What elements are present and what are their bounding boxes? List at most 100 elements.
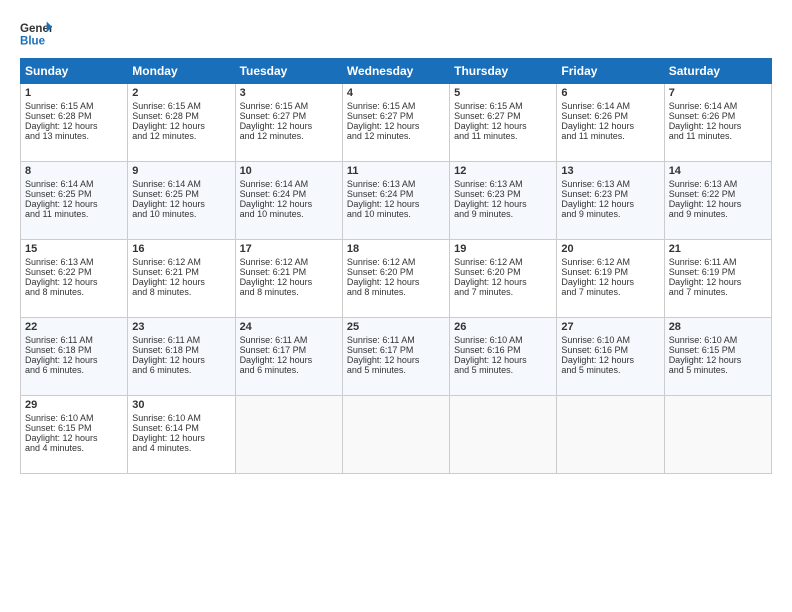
day-number: 17 [240, 243, 338, 255]
day-info-line: and 10 minutes. [132, 209, 230, 219]
day-info-line: Daylight: 12 hours [132, 433, 230, 443]
day-number: 23 [132, 321, 230, 333]
calendar-week-row: 1Sunrise: 6:15 AMSunset: 6:28 PMDaylight… [21, 84, 772, 162]
day-number: 9 [132, 165, 230, 177]
day-info-line: Sunset: 6:26 PM [669, 111, 767, 121]
day-info-line: Daylight: 12 hours [240, 355, 338, 365]
logo-icon: General Blue [20, 18, 52, 50]
calendar-cell: 28Sunrise: 6:10 AMSunset: 6:15 PMDayligh… [664, 318, 771, 396]
day-info-line: Daylight: 12 hours [240, 199, 338, 209]
day-info-line: Sunrise: 6:15 AM [240, 101, 338, 111]
day-info-line: Daylight: 12 hours [347, 199, 445, 209]
day-info-line: Daylight: 12 hours [240, 121, 338, 131]
day-info-line: Sunset: 6:24 PM [347, 189, 445, 199]
day-info-line: and 9 minutes. [454, 209, 552, 219]
day-info-line: Sunrise: 6:14 AM [240, 179, 338, 189]
day-number: 20 [561, 243, 659, 255]
day-info-line: and 10 minutes. [240, 209, 338, 219]
day-info-line: Sunrise: 6:11 AM [240, 335, 338, 345]
day-info-line: Daylight: 12 hours [669, 355, 767, 365]
day-info-line: and 12 minutes. [132, 131, 230, 141]
day-info-line: and 12 minutes. [347, 131, 445, 141]
calendar-week-row: 15Sunrise: 6:13 AMSunset: 6:22 PMDayligh… [21, 240, 772, 318]
day-info-line: Sunrise: 6:11 AM [132, 335, 230, 345]
day-info-line: Daylight: 12 hours [347, 277, 445, 287]
header: General Blue [20, 18, 772, 50]
day-info-line: Daylight: 12 hours [454, 277, 552, 287]
day-number: 3 [240, 87, 338, 99]
day-number: 15 [25, 243, 123, 255]
calendar-cell: 19Sunrise: 6:12 AMSunset: 6:20 PMDayligh… [450, 240, 557, 318]
calendar-week-row: 29Sunrise: 6:10 AMSunset: 6:15 PMDayligh… [21, 396, 772, 474]
day-info-line: Daylight: 12 hours [25, 199, 123, 209]
day-info-line: Daylight: 12 hours [347, 355, 445, 365]
day-info-line: and 8 minutes. [132, 287, 230, 297]
day-info-line: Daylight: 12 hours [25, 121, 123, 131]
day-info-line: Sunset: 6:20 PM [347, 267, 445, 277]
day-info-line: and 4 minutes. [25, 443, 123, 453]
day-info-line: and 11 minutes. [561, 131, 659, 141]
day-info-line: Sunrise: 6:10 AM [454, 335, 552, 345]
day-number: 27 [561, 321, 659, 333]
day-info-line: and 6 minutes. [25, 365, 123, 375]
day-info-line: and 9 minutes. [561, 209, 659, 219]
day-info-line: and 11 minutes. [454, 131, 552, 141]
day-info-line: Sunrise: 6:11 AM [347, 335, 445, 345]
day-info-line: Daylight: 12 hours [561, 121, 659, 131]
day-info-line: Daylight: 12 hours [669, 277, 767, 287]
day-info-line: Sunrise: 6:13 AM [25, 257, 123, 267]
day-info-line: Sunrise: 6:10 AM [561, 335, 659, 345]
day-info-line: Sunset: 6:21 PM [240, 267, 338, 277]
day-info-line: Daylight: 12 hours [561, 277, 659, 287]
day-info-line: Sunset: 6:28 PM [132, 111, 230, 121]
day-number: 21 [669, 243, 767, 255]
header-row: SundayMondayTuesdayWednesdayThursdayFrid… [21, 59, 772, 84]
day-info-line: Daylight: 12 hours [561, 199, 659, 209]
calendar-cell: 11Sunrise: 6:13 AMSunset: 6:24 PMDayligh… [342, 162, 449, 240]
day-number: 6 [561, 87, 659, 99]
day-info-line: Daylight: 12 hours [454, 199, 552, 209]
day-number: 11 [347, 165, 445, 177]
day-info-line: Sunset: 6:15 PM [25, 423, 123, 433]
day-info-line: Sunset: 6:14 PM [132, 423, 230, 433]
day-info-line: Sunset: 6:23 PM [561, 189, 659, 199]
calendar-cell: 22Sunrise: 6:11 AMSunset: 6:18 PMDayligh… [21, 318, 128, 396]
day-info-line: and 8 minutes. [347, 287, 445, 297]
header-day: Saturday [664, 59, 771, 84]
day-info-line: Sunset: 6:27 PM [347, 111, 445, 121]
calendar-cell: 15Sunrise: 6:13 AMSunset: 6:22 PMDayligh… [21, 240, 128, 318]
day-number: 2 [132, 87, 230, 99]
day-info-line: Sunset: 6:19 PM [669, 267, 767, 277]
day-number: 26 [454, 321, 552, 333]
day-info-line: and 6 minutes. [240, 365, 338, 375]
day-info-line: Daylight: 12 hours [669, 121, 767, 131]
day-info-line: and 5 minutes. [454, 365, 552, 375]
day-info-line: Sunset: 6:17 PM [347, 345, 445, 355]
day-info-line: Sunset: 6:20 PM [454, 267, 552, 277]
day-info-line: Daylight: 12 hours [132, 355, 230, 365]
calendar-cell: 26Sunrise: 6:10 AMSunset: 6:16 PMDayligh… [450, 318, 557, 396]
calendar-cell: 30Sunrise: 6:10 AMSunset: 6:14 PMDayligh… [128, 396, 235, 474]
day-number: 8 [25, 165, 123, 177]
svg-text:Blue: Blue [20, 36, 46, 48]
day-info-line: and 8 minutes. [240, 287, 338, 297]
day-info-line: Sunset: 6:28 PM [25, 111, 123, 121]
calendar-cell: 7Sunrise: 6:14 AMSunset: 6:26 PMDaylight… [664, 84, 771, 162]
header-day: Thursday [450, 59, 557, 84]
header-day: Monday [128, 59, 235, 84]
day-info-line: and 11 minutes. [25, 209, 123, 219]
calendar-cell: 29Sunrise: 6:10 AMSunset: 6:15 PMDayligh… [21, 396, 128, 474]
day-info-line: Sunrise: 6:15 AM [454, 101, 552, 111]
day-info-line: and 7 minutes. [454, 287, 552, 297]
day-info-line: and 4 minutes. [132, 443, 230, 453]
calendar-cell: 24Sunrise: 6:11 AMSunset: 6:17 PMDayligh… [235, 318, 342, 396]
day-number: 7 [669, 87, 767, 99]
day-info-line: Daylight: 12 hours [561, 355, 659, 365]
day-info-line: Sunrise: 6:14 AM [132, 179, 230, 189]
day-number: 13 [561, 165, 659, 177]
day-info-line: Daylight: 12 hours [25, 277, 123, 287]
calendar-cell: 25Sunrise: 6:11 AMSunset: 6:17 PMDayligh… [342, 318, 449, 396]
calendar-cell [450, 396, 557, 474]
calendar-cell [342, 396, 449, 474]
day-info-line: Daylight: 12 hours [25, 433, 123, 443]
